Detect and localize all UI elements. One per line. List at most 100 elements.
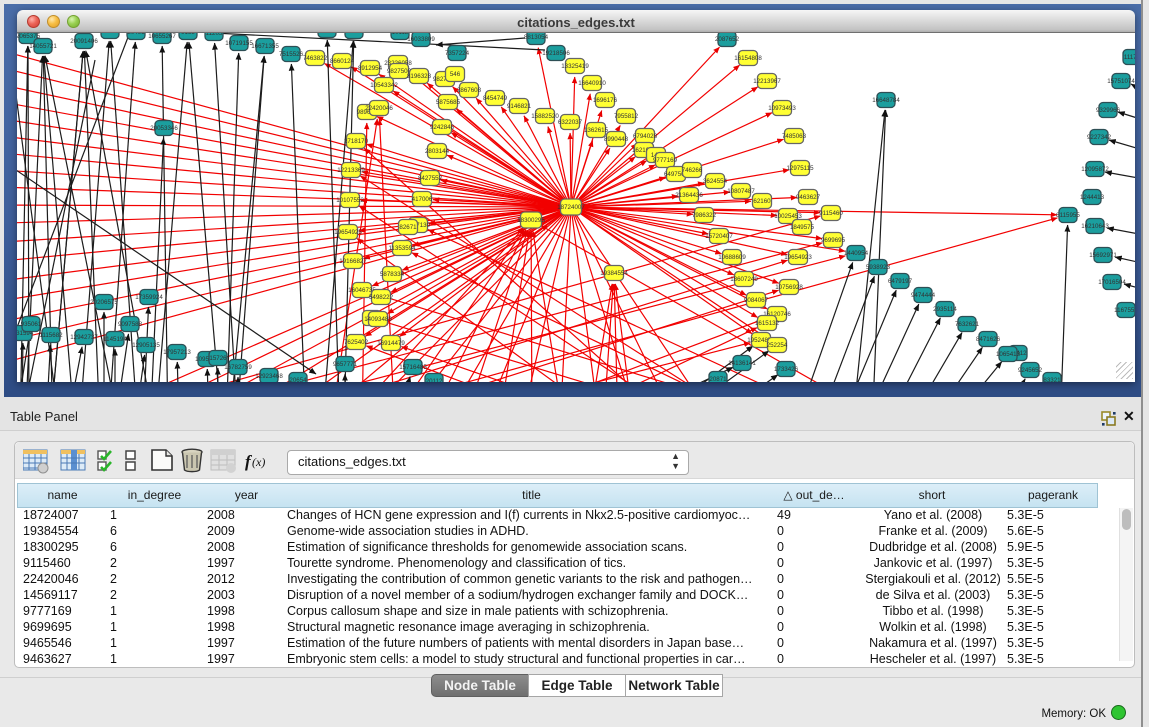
svg-text:15716485: 15716485 [399,364,427,371]
svg-text:10688609: 10688609 [718,254,746,261]
svg-text:5878334: 5878334 [380,271,405,278]
svg-text:5498222: 5498222 [369,294,394,301]
svg-text:2935114: 2935114 [933,306,957,313]
svg-text:12975115: 12975115 [786,165,814,172]
svg-text:9657771: 9657771 [333,361,358,368]
svg-text:10807487: 10807487 [727,188,755,195]
svg-text:20053346: 20053346 [150,125,178,132]
svg-text:1244413: 1244413 [1080,194,1105,201]
svg-text:1065413: 1065413 [996,351,1021,358]
svg-text:5938923: 5938923 [866,264,891,271]
svg-text:9329966: 9329966 [1096,107,1121,114]
svg-text:9699695: 9699695 [821,237,846,244]
svg-text:10973493: 10973493 [768,105,796,112]
svg-text:9777169: 9777169 [653,157,678,164]
svg-text:9463627: 9463627 [796,194,821,201]
svg-text:8454749: 8454749 [483,95,508,102]
svg-text:21364436: 21364436 [675,192,703,199]
svg-text:10655267: 10655267 [148,33,176,40]
svg-text:8427552: 8427552 [418,175,443,182]
svg-text:9084067: 9084067 [744,297,769,304]
svg-text:83321: 83321 [1043,377,1061,382]
svg-text:7632621: 7632621 [955,321,980,328]
svg-text:7463822: 7463822 [303,55,328,62]
svg-text:1733426: 1733426 [774,366,799,373]
svg-text:2087652: 2087652 [715,36,740,43]
svg-text:17359924: 17359924 [135,294,163,301]
svg-text:16033809: 16033809 [407,36,435,43]
svg-text:8121: 8121 [320,33,334,34]
svg-text:9097588: 9097588 [118,321,143,328]
svg-text:7357224: 7357224 [445,50,470,57]
svg-text:(x): (x) [252,455,265,469]
svg-text:8115955: 8115955 [1056,212,1080,219]
svg-text:15882520: 15882520 [531,113,559,120]
svg-text:8660124: 8660124 [330,58,355,65]
svg-text:12095872: 12095872 [1081,166,1109,173]
svg-text:15720407: 15720407 [705,233,733,240]
svg-text:17957213: 17957213 [163,349,191,356]
svg-text:1440954: 1440954 [844,250,869,257]
svg-text:16914479: 16914479 [377,340,405,347]
svg-text:9245652: 9245652 [1018,367,1043,374]
svg-text:10719155: 10719155 [225,40,253,47]
svg-text:9115460: 9115460 [819,210,843,217]
svg-text:16154808: 16154808 [734,55,762,62]
svg-text:11205: 11205 [206,33,223,37]
svg-text:19654923: 19654923 [784,254,812,261]
svg-text:10107552: 10107552 [336,197,364,204]
svg-text:9474444: 9474444 [911,292,936,299]
svg-text:19654925: 19654925 [334,229,362,236]
svg-text:1167553: 1167553 [1114,307,1135,314]
svg-text:2718170: 2718170 [344,138,369,145]
svg-text:12923468: 12923468 [255,373,283,380]
svg-text:9155: 9155 [181,33,195,36]
svg-text:16640910: 16640910 [578,80,606,87]
svg-text:9146821: 9146821 [507,103,532,110]
svg-text:16210643: 16210643 [1081,223,1109,230]
svg-text:1855: 1855 [103,33,117,35]
svg-text:7986322: 7986322 [692,212,717,219]
svg-text:20871: 20871 [709,376,727,382]
svg-text:6794028: 6794028 [633,133,658,140]
svg-text:19384554: 19384554 [600,270,628,277]
svg-text:16782759: 16782759 [224,364,252,371]
svg-text:15726: 15726 [209,355,227,362]
svg-text:8471626: 8471626 [976,336,1001,343]
svg-text:11353594: 11353594 [388,245,416,252]
svg-text:20112: 20112 [426,378,443,382]
svg-text:19218506: 19218506 [542,50,570,57]
svg-text:2803144: 2803144 [425,148,450,155]
svg-text:18724007: 18724007 [557,204,585,211]
svg-text:19166827: 19166827 [339,258,367,265]
svg-text:3624554: 3624554 [703,178,728,185]
svg-text:22420046: 22420046 [365,105,393,112]
svg-text:1615132: 1615132 [755,320,780,327]
svg-text:12942737: 12942737 [70,334,98,341]
svg-text:252254: 252254 [767,342,788,349]
svg-text:20654: 20654 [289,377,307,382]
svg-text:9242848: 9242848 [430,124,455,131]
svg-text:15751074: 15751074 [1107,78,1135,85]
svg-text:7515526: 7515526 [279,51,304,58]
svg-text:14136141: 14136141 [728,360,756,367]
svg-text:1362615: 1362615 [584,127,609,134]
svg-text:10543342: 10543342 [370,82,398,89]
svg-text:20206575: 20206575 [90,299,118,306]
svg-text:13325419: 13325419 [561,63,589,70]
svg-text:546: 546 [450,71,461,78]
svg-text:935061: 935061 [21,321,42,328]
svg-text:7485063: 7485063 [782,133,807,140]
svg-text:2867608: 2867608 [457,87,482,94]
svg-text:1849575: 1849575 [790,224,815,231]
svg-text:9231: 9231 [347,33,361,35]
svg-text:1115682: 1115682 [39,332,63,339]
svg-text:9227342: 9227342 [1087,134,1112,141]
svg-text:10756928: 10756928 [775,284,803,291]
svg-text:12905135: 12905135 [132,342,160,349]
svg-text:11173: 11173 [1124,54,1135,61]
svg-text:746266: 746266 [682,167,703,174]
svg-text:1696176: 1696176 [593,97,618,104]
svg-text:18607249: 18607249 [730,276,758,283]
svg-text:15692971: 15692971 [1089,252,1117,259]
